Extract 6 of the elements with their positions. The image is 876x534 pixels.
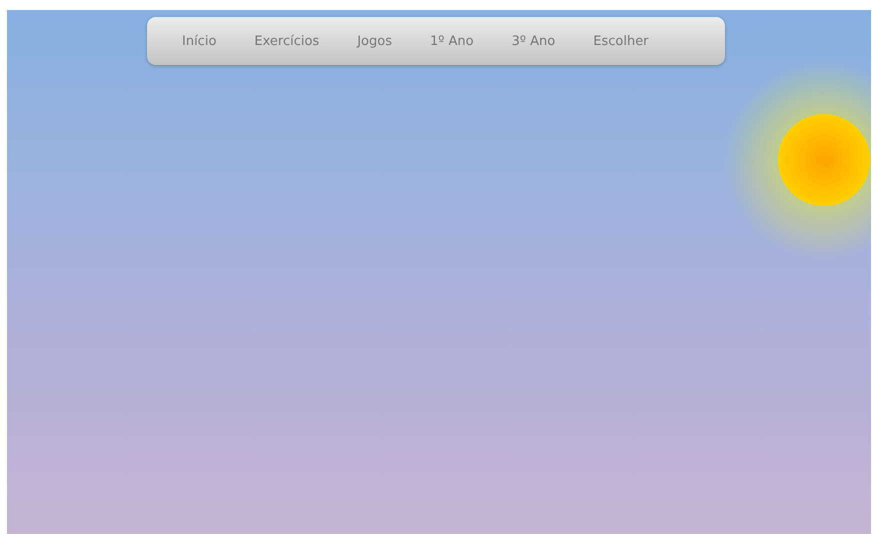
nav-link[interactable]: Jogos [357,34,392,48]
nav-link[interactable]: 1º Ano [430,34,474,48]
nav-link[interactable]: 3º Ano [512,34,556,48]
nav-link[interactable]: Início [182,34,216,48]
nav-link[interactable]: Escolher [593,34,649,48]
nav-link[interactable]: Exercícios [254,34,320,48]
